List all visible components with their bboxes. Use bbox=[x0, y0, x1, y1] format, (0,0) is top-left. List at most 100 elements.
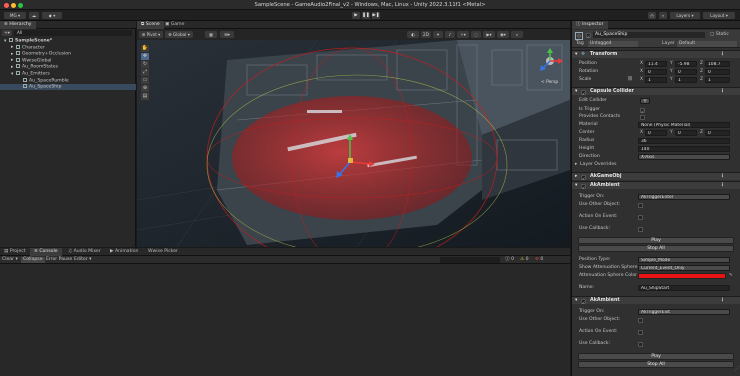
play-event-2-button[interactable]: Play bbox=[578, 352, 734, 360]
custom-tool-icon[interactable]: ▤ bbox=[141, 93, 149, 100]
tab-animation[interactable]: ▶ Animation bbox=[106, 248, 142, 256]
play-event-button[interactable]: Play bbox=[578, 236, 734, 244]
pause-button[interactable]: ❚❚ bbox=[362, 12, 370, 19]
orientation-gizmo[interactable] bbox=[535, 47, 565, 81]
akgameobj-header[interactable]: ▸ ✓ AkGameObj ⋮ bbox=[572, 172, 740, 181]
hierarchy-item[interactable]: ▸ Character bbox=[0, 44, 136, 51]
use-callback-2-checkbox[interactable] bbox=[638, 341, 643, 347]
transform-header[interactable]: ▾ ✥ Transform ⋮ bbox=[572, 50, 740, 58]
effects-icon[interactable]: ✧▾ bbox=[457, 31, 469, 38]
draw-mode-icon[interactable]: ◐ bbox=[407, 31, 419, 38]
hierarchy-item[interactable]: Au_SpaceShip bbox=[0, 84, 136, 91]
rotation-x-field[interactable]: 0 bbox=[645, 69, 667, 75]
capsule-collider-header[interactable]: ▾ ✓ Capsule Collider ⋮ bbox=[572, 87, 740, 96]
rotation-z-field[interactable]: 0 bbox=[705, 69, 730, 75]
layers-dropdown[interactable]: Layers ▾ bbox=[670, 12, 700, 19]
hierarchy-item[interactable]: ▸ WwiseGlobal bbox=[0, 57, 136, 64]
provides-contacts-checkbox[interactable] bbox=[640, 114, 645, 120]
grid-snap-icon[interactable]: ▦ bbox=[205, 31, 217, 38]
center-z-field[interactable]: 0 bbox=[705, 130, 730, 136]
pivot-dropdown[interactable]: ⊕ Pivot ▾ bbox=[139, 31, 163, 38]
hierarchy-search-input[interactable]: All bbox=[14, 30, 132, 36]
add-object-button[interactable]: +▾ bbox=[2, 30, 12, 36]
error-pause-button[interactable]: Error Pause bbox=[46, 257, 72, 263]
scene-viewport[interactable] bbox=[137, 40, 570, 247]
direction-dropdown[interactable]: X-Axis bbox=[638, 154, 730, 160]
radius-field[interactable]: 36 bbox=[638, 138, 730, 144]
eyedropper-icon[interactable]: ✎ bbox=[729, 272, 733, 280]
akambient-2-enabled-checkbox[interactable]: ✓ bbox=[581, 298, 586, 305]
2d-toggle-icon[interactable]: 2D bbox=[421, 31, 431, 38]
tab-audio-mixer[interactable]: ♫ Audio Mixer bbox=[64, 248, 105, 256]
error-count-toggle[interactable]: ⊘ 0 bbox=[535, 257, 543, 263]
clear-button[interactable]: Clear ▾ bbox=[2, 257, 18, 263]
log-count-toggle[interactable]: ⓘ 0 bbox=[505, 257, 514, 263]
lighting-icon[interactable]: ✦ bbox=[433, 31, 443, 38]
edit-collider-button[interactable]: ⚲ bbox=[640, 98, 650, 104]
transform-tool-icon[interactable]: ⊕ bbox=[141, 85, 149, 92]
move-tool-icon[interactable]: ✥ bbox=[141, 53, 149, 60]
position-y-field[interactable]: -5.98 bbox=[675, 61, 697, 67]
show-attenuation-dropdown[interactable]: Current_Event_Only bbox=[638, 265, 730, 271]
component-menu-icon[interactable]: ⋮ bbox=[720, 173, 725, 181]
account-dropdown[interactable]: MG ▾ bbox=[4, 12, 26, 19]
tab-inspector[interactable]: ⓘ Inspector bbox=[572, 21, 608, 29]
layer-dropdown[interactable]: Default bbox=[677, 41, 737, 47]
scene-search-icon[interactable]: ⌕ bbox=[511, 31, 523, 38]
use-other-object-checkbox[interactable] bbox=[638, 202, 643, 208]
center-x-field[interactable]: 0 bbox=[645, 130, 667, 136]
action-on-event-checkbox[interactable] bbox=[638, 214, 643, 220]
component-menu-icon[interactable]: ⋮ bbox=[720, 182, 725, 190]
component-menu-icon[interactable]: ⋮ bbox=[720, 88, 725, 96]
tab-hierarchy[interactable]: ≡ Hierarchy bbox=[0, 21, 36, 29]
collapse-button[interactable]: Collapse bbox=[21, 257, 45, 263]
position-type-dropdown[interactable]: Simple_Mode bbox=[638, 257, 730, 263]
hierarchy-item[interactable]: ▸ Au_RoomStates bbox=[0, 64, 136, 70]
step-button[interactable]: ▶❚ bbox=[372, 12, 380, 19]
tab-wwise-picker[interactable]: Wwise Picker bbox=[144, 248, 182, 256]
is-trigger-checkbox[interactable]: ✓ bbox=[640, 107, 645, 114]
layer-overrides-row[interactable]: ▸ Layer Overrides bbox=[572, 161, 740, 169]
scale-y-field[interactable]: 1 bbox=[675, 77, 697, 83]
tab-project[interactable]: ▤ Project bbox=[0, 248, 30, 256]
position-z-field[interactable]: 108.7 bbox=[705, 61, 730, 67]
akambient-2-header[interactable]: ▾ ✓ AkAmbient ⋮ bbox=[572, 296, 740, 305]
hierarchy-item[interactable]: Au_SpaceRumble bbox=[0, 77, 136, 84]
hierarchy-item[interactable]: ▾ SampleScene* bbox=[0, 38, 136, 44]
layout-dropdown[interactable]: Layout ▾ bbox=[703, 12, 735, 19]
stop-all-button[interactable]: Stop All bbox=[578, 244, 734, 252]
global-dropdown[interactable]: ⊕ Global ▾ bbox=[165, 31, 193, 38]
view-tool-icon[interactable]: ✋ bbox=[141, 45, 149, 52]
use-callback-checkbox[interactable] bbox=[638, 226, 643, 232]
history-icon[interactable]: ◷ bbox=[648, 12, 656, 19]
action-on-event-2-checkbox[interactable] bbox=[638, 329, 643, 335]
tag-dropdown[interactable]: Untagged bbox=[588, 41, 638, 47]
position-x-field[interactable]: 11.4 bbox=[645, 61, 667, 67]
scale-tool-icon[interactable]: ⤢ bbox=[141, 69, 149, 76]
static-toggle[interactable]: ▢ Static bbox=[710, 32, 729, 38]
stop-all-2-button[interactable]: Stop All bbox=[578, 360, 734, 368]
hierarchy-item[interactable]: ▸ Geometry+Occlusion bbox=[0, 51, 136, 57]
editor-dropdown[interactable]: Editor ▾ bbox=[74, 257, 91, 263]
center-y-field[interactable]: 0 bbox=[675, 130, 697, 136]
resize-handle-icon[interactable]: ⋰ bbox=[735, 366, 740, 372]
console-search-input[interactable] bbox=[440, 257, 500, 263]
camera-settings-icon[interactable]: ▶▾ bbox=[483, 31, 495, 38]
capsule-enabled-checkbox[interactable]: ✓ bbox=[581, 89, 586, 96]
trigger-on-2-dropdown[interactable]: AkTriggerExit bbox=[638, 309, 730, 315]
audio-icon[interactable]: ♪ bbox=[445, 31, 455, 38]
akgameobj-enabled-checkbox[interactable]: ✓ bbox=[581, 174, 586, 181]
warning-count-toggle[interactable]: ⚠ 0 bbox=[520, 257, 529, 263]
persp-label[interactable]: < Persp bbox=[541, 80, 558, 85]
search-icon[interactable]: ⌕ bbox=[659, 12, 667, 19]
cloud-icon[interactable]: ☁ bbox=[29, 12, 39, 19]
snap-increment-icon[interactable]: ⊞▾ bbox=[220, 31, 234, 38]
trigger-on-dropdown[interactable]: AkTriggerEnter bbox=[638, 194, 730, 200]
collab-dropdown[interactable]: ◆ ▾ bbox=[42, 12, 62, 19]
akambient-enabled-checkbox[interactable]: ✓ bbox=[581, 183, 586, 190]
scale-x-field[interactable]: 1 bbox=[645, 77, 667, 83]
height-field[interactable]: 140 bbox=[638, 146, 730, 152]
rotate-tool-icon[interactable]: ↻ bbox=[141, 61, 149, 68]
object-active-checkbox[interactable]: ✓ bbox=[586, 33, 591, 39]
rotation-y-field[interactable]: 0 bbox=[675, 69, 697, 75]
